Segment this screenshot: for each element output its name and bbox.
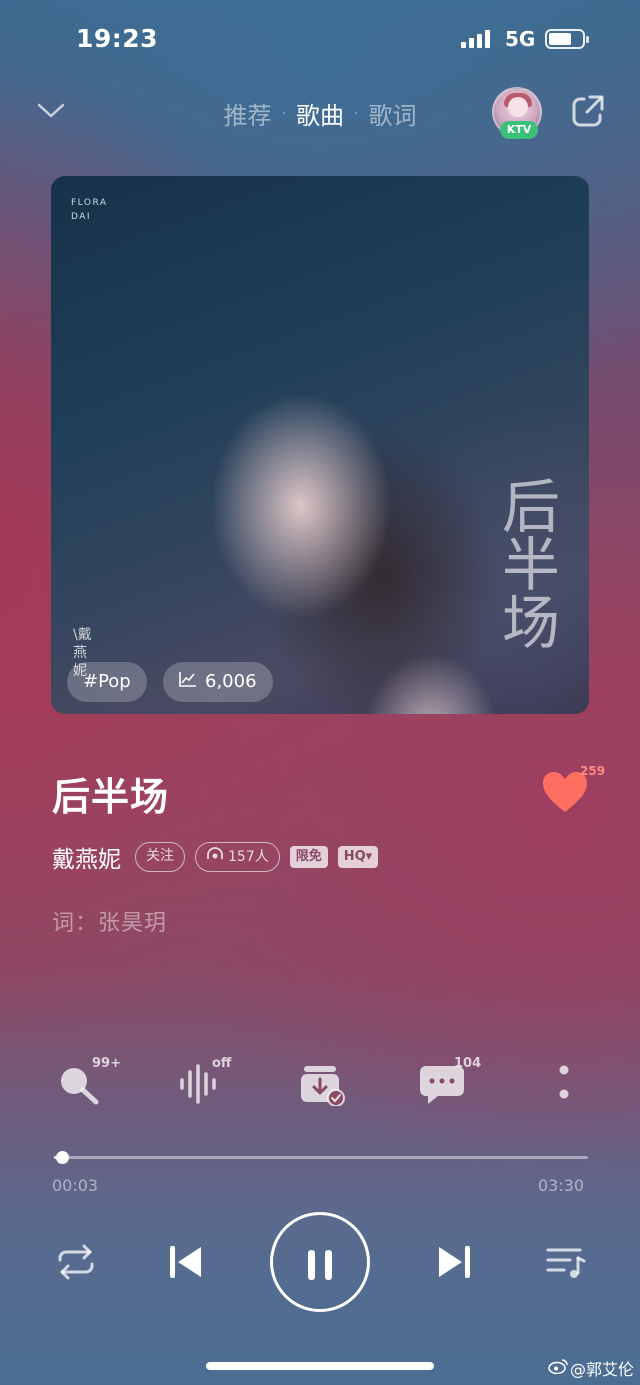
singer-name[interactable]: 戴燕妮 [52, 840, 121, 874]
free-badge: 限免 [289, 846, 328, 868]
cover-artist-tag: FLORA DAI [71, 196, 108, 224]
current-time: 00:03 [52, 1176, 99, 1195]
lyricist-credit: 词：张昊玥 [52, 911, 168, 936]
more-options-icon[interactable] [540, 1062, 588, 1106]
song-title: 后半场 [52, 775, 170, 819]
network-type: 5G [505, 27, 536, 51]
trend-button[interactable]: 6,006 [163, 662, 273, 702]
battery-icon [545, 29, 589, 49]
follow-button[interactable]: 关注 [135, 842, 185, 872]
previous-track-icon[interactable] [168, 1244, 204, 1280]
pause-bar-right [325, 1250, 332, 1280]
tab-song[interactable]: 歌曲 [296, 96, 344, 131]
progress-thumb[interactable] [55, 1151, 69, 1164]
share-icon[interactable] [570, 93, 606, 129]
download-icon[interactable] [298, 1062, 346, 1107]
singer-row: 戴燕妮 关注 157人 限免 HQ▾ [52, 840, 379, 874]
cover-artist-line1: FLORA [71, 198, 108, 208]
album-cover[interactable]: FLORA DAI 后半场 \戴燕妮 #Pop 6,006 [51, 176, 589, 714]
ktv-badge: KTV [500, 121, 538, 139]
home-indicator[interactable] [206, 1362, 434, 1370]
genre-tag-button[interactable]: #Pop [67, 662, 147, 702]
playlist-icon[interactable] [546, 1246, 586, 1280]
search-song-button[interactable]: 99+ [56, 1056, 121, 1106]
avatar-face [508, 97, 528, 117]
cover-artist-line2: DAI [71, 212, 92, 222]
status-time: 19:23 [76, 24, 159, 53]
listeners-button[interactable]: 157人 [195, 842, 280, 872]
top-tabs: 推荐 · 歌曲 · 歌词 [210, 96, 430, 131]
tab-lyrics[interactable]: 歌词 [368, 96, 416, 131]
like-count: 259 [580, 764, 606, 778]
total-time: 03:30 [538, 1176, 585, 1195]
signal-icon [461, 30, 490, 48]
pause-bar-left [308, 1250, 315, 1280]
next-track-icon[interactable] [436, 1244, 472, 1280]
repeat-mode-icon[interactable] [56, 1244, 96, 1280]
search-count: 99+ [92, 1056, 121, 1071]
sound-effect-button[interactable]: off [176, 1056, 231, 1106]
quality-selector[interactable]: HQ▾ [337, 846, 379, 868]
ktv-avatar-button[interactable]: KTV [492, 87, 542, 139]
genre-tag-label: #Pop [83, 671, 131, 692]
cover-title: 后半场 [492, 476, 560, 650]
trend-count: 6,006 [205, 671, 257, 692]
comment-button[interactable]: 104 [418, 1056, 481, 1106]
progress-track[interactable] [54, 1156, 588, 1159]
weibo-icon [548, 1358, 568, 1378]
tab-separator: · [281, 105, 286, 122]
listening-icon [206, 844, 224, 871]
listeners-count: 157人 [228, 848, 269, 865]
watermark: @郭艾伦 [548, 1356, 634, 1380]
tab-separator: · [354, 105, 359, 122]
comment-count: 104 [454, 1056, 482, 1071]
pause-button[interactable] [270, 1212, 370, 1312]
watermark-text: @郭艾伦 [570, 1360, 635, 1379]
trend-icon [179, 662, 197, 702]
effect-state: off [212, 1056, 232, 1071]
collapse-chevron-icon[interactable] [36, 96, 66, 126]
tab-recommend[interactable]: 推荐 [224, 96, 272, 131]
